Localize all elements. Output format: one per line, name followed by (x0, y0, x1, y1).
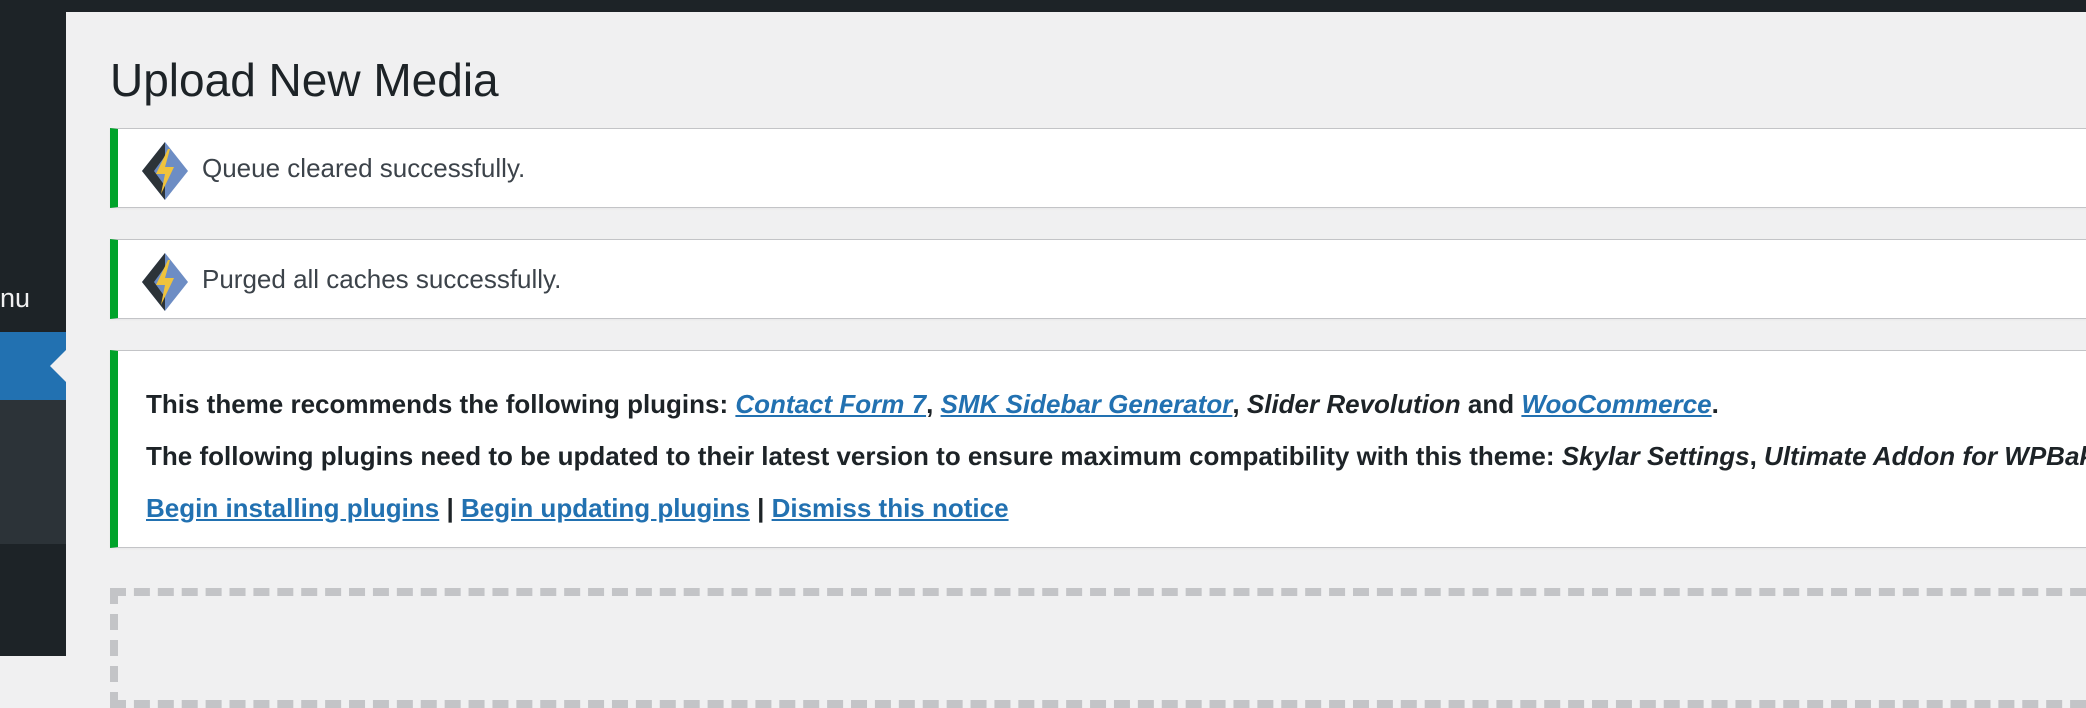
plugin-name-slider-revolution: Slider Revolution (1246, 389, 1461, 419)
update-plugins-line: The following plugins need to be updated… (146, 439, 2086, 473)
plugin-link-smk-sidebar-generator[interactable]: SMK Sidebar Generator (941, 389, 1233, 419)
plugin-recommendation-notice: This theme recommends the following plug… (110, 350, 2086, 548)
plugin-name-ultimate-addon: Ultimate Addon for WPBakery (1764, 441, 2086, 471)
active-menu-arrow-icon (50, 350, 66, 382)
admin-sidebar: nu (0, 0, 66, 656)
page-title: Upload New Media (110, 54, 499, 106)
comma: , (1232, 389, 1240, 419)
admin-bar (0, 0, 2086, 12)
success-notice-queue: Queue cleared successfully. (110, 128, 2086, 208)
begin-updating-plugins-link[interactable]: Begin updating plugins (461, 493, 750, 523)
media-drop-zone[interactable] (110, 588, 2086, 708)
litespeed-icon (142, 253, 188, 311)
and-text: and (1467, 389, 1515, 419)
collapse-menu-label[interactable]: nu (0, 282, 30, 314)
separator: | (446, 493, 454, 523)
separator: | (757, 493, 765, 523)
plugin-name-skylar-settings: Skylar Settings (1561, 441, 1750, 471)
notice-message: Queue cleared successfully. (202, 153, 526, 183)
dismiss-notice-link[interactable]: Dismiss this notice (772, 493, 1009, 523)
comma: , (926, 389, 934, 419)
period: . (1711, 389, 1719, 419)
sidebar-submenu (0, 400, 66, 544)
update-prefix: The following plugins need to be updated… (146, 441, 1555, 471)
notice-message: Purged all caches successfully. (202, 264, 562, 294)
plugin-link-woocommerce[interactable]: WooCommerce (1521, 389, 1711, 419)
begin-installing-plugins-link[interactable]: Begin installing plugins (146, 493, 439, 523)
recommend-prefix: This theme recommends the following plug… (146, 389, 729, 419)
litespeed-icon (142, 142, 188, 200)
success-notice-purge: Purged all caches successfully. (110, 239, 2086, 319)
notice-actions: Begin installing plugins | Begin updatin… (146, 491, 1009, 525)
plugin-link-contact-form-7[interactable]: Contact Form 7 (735, 389, 926, 419)
comma: , (1749, 441, 1757, 471)
recommended-plugins-line: This theme recommends the following plug… (146, 387, 1719, 421)
